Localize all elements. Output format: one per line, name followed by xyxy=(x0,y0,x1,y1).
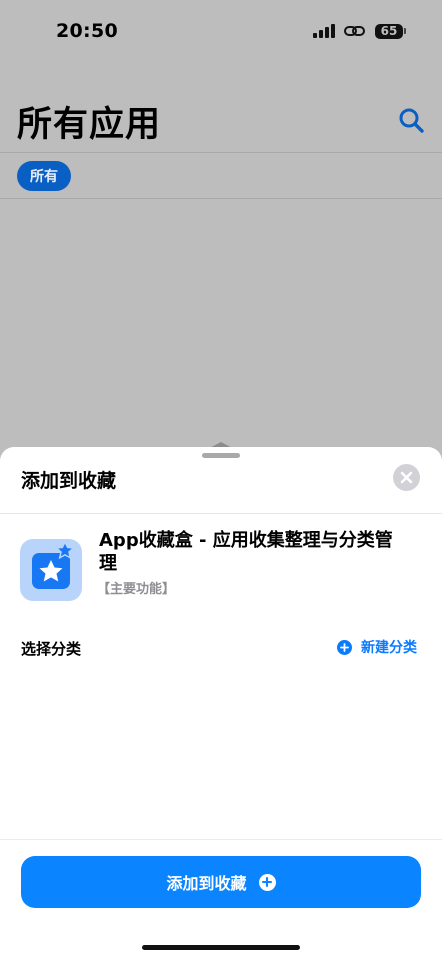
category-label: 选择分类 xyxy=(21,640,82,658)
link-icon xyxy=(344,24,366,38)
status-bar: 20:50 65 xyxy=(0,0,442,62)
plus-circle-icon xyxy=(337,639,352,655)
page-title: 所有应用 xyxy=(17,105,162,145)
search-icon[interactable] xyxy=(397,106,425,134)
app-name: App收藏盒 - 应用收集整理与分类管理 xyxy=(99,530,393,574)
sheet-grabber[interactable] xyxy=(202,453,240,458)
new-category-button[interactable]: 新建分类 xyxy=(337,637,417,657)
add-to-favorites-button[interactable]: 添加到收藏 xyxy=(21,856,421,908)
status-time: 20:50 xyxy=(56,20,118,42)
close-icon[interactable] xyxy=(393,464,420,491)
header-divider xyxy=(0,152,442,153)
signal-icon xyxy=(313,24,335,38)
filter-chip-all[interactable]: 所有 xyxy=(17,161,71,191)
sheet-title: 添加到收藏 xyxy=(21,470,117,492)
add-to-favorites-label: 添加到收藏 xyxy=(166,874,247,893)
battery-icon: 65 xyxy=(375,23,406,39)
app-tag: 【主要功能】 xyxy=(97,582,176,597)
battery-level: 65 xyxy=(375,23,403,39)
sheet-divider xyxy=(0,513,442,514)
plus-circle-icon xyxy=(258,873,276,891)
star-app-icon xyxy=(20,539,82,601)
new-category-label: 新建分类 xyxy=(361,640,417,656)
footer-divider xyxy=(0,839,442,840)
status-icons: 65 xyxy=(313,23,406,39)
home-indicator[interactable] xyxy=(142,945,300,950)
filter-divider xyxy=(0,198,442,199)
add-to-favorites-sheet: 添加到收藏 App收藏盒 - 应用收集整理与分类管理 【主要功能】 选择分类 新… xyxy=(0,447,442,960)
